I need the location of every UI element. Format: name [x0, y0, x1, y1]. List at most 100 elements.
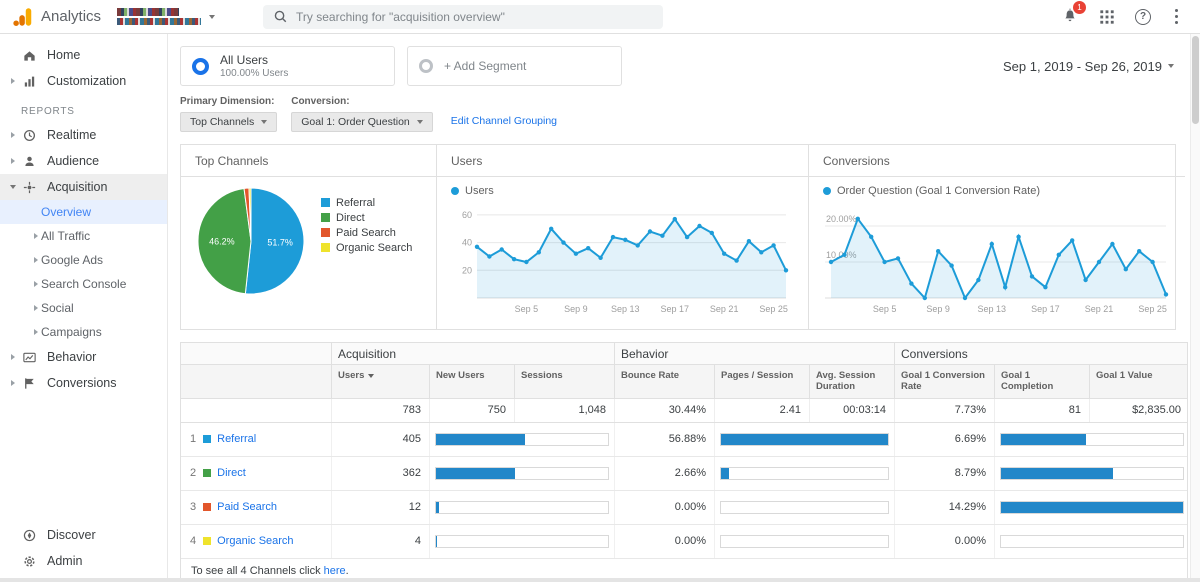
column-header[interactable]: Users [331, 365, 429, 398]
sidebar-item-acquisition[interactable]: Acquisition [0, 174, 167, 200]
data-point[interactable] [842, 253, 846, 257]
data-point[interactable] [487, 254, 491, 258]
data-point[interactable] [1016, 235, 1020, 239]
data-point[interactable] [1070, 238, 1074, 242]
sidebar-item-home[interactable]: Home [0, 42, 167, 68]
account-selector[interactable] [117, 8, 215, 25]
data-point[interactable] [636, 243, 640, 247]
edit-channel-grouping-link[interactable]: Edit Channel Grouping [451, 115, 557, 127]
channel-link[interactable]: Referral [217, 433, 256, 445]
sidebar-item-audience[interactable]: Audience [0, 148, 167, 174]
add-segment-button[interactable]: + Add Segment [407, 46, 622, 86]
data-point[interactable] [500, 247, 504, 251]
users-line-chart[interactable]: 204060Sep 5Sep 9Sep 13Sep 17Sep 21Sep 25 [451, 198, 791, 318]
data-point[interactable] [882, 260, 886, 264]
sidebar-item-conversions[interactable]: Conversions [0, 370, 167, 396]
sidebar-item-search-console[interactable]: Search Console [0, 272, 167, 296]
data-point[interactable] [524, 260, 528, 264]
search-input[interactable] [296, 10, 653, 24]
sidebar-item-all-traffic[interactable]: All Traffic [0, 224, 167, 248]
data-point[interactable] [1124, 267, 1128, 271]
data-point[interactable] [1043, 285, 1047, 289]
sidebar-item-behavior[interactable]: Behavior [0, 344, 167, 370]
column-header[interactable]: Sessions [514, 365, 614, 398]
data-point[interactable] [549, 227, 553, 231]
data-point[interactable] [856, 217, 860, 221]
data-point[interactable] [611, 235, 615, 239]
data-point[interactable] [784, 268, 788, 272]
data-point[interactable] [660, 234, 664, 238]
horizontal-scrollbar[interactable] [0, 578, 1200, 582]
sidebar-item-customization[interactable]: Customization [0, 68, 167, 94]
column-header[interactable]: New Users [429, 365, 514, 398]
help-icon[interactable]: ? [1135, 9, 1151, 25]
column-header[interactable]: Pages / Session [714, 365, 809, 398]
data-point[interactable] [734, 258, 738, 262]
date-range-selector[interactable]: Sep 1, 2019 - Sep 26, 2019 [1003, 59, 1176, 74]
data-point[interactable] [976, 278, 980, 282]
sidebar-item-google-ads[interactable]: Google Ads [0, 248, 167, 272]
channels-pie-chart[interactable]: 51.7%46.2% [195, 185, 307, 297]
vertical-scrollbar[interactable] [1190, 34, 1200, 582]
data-point[interactable] [561, 240, 565, 244]
data-point[interactable] [685, 235, 689, 239]
data-point[interactable] [949, 263, 953, 267]
data-point[interactable] [869, 235, 873, 239]
conversion-dropdown[interactable]: Goal 1: Order Question [291, 112, 433, 132]
sidebar-item-overview[interactable]: Overview [0, 200, 167, 224]
data-point[interactable] [1057, 253, 1061, 257]
data-point[interactable] [923, 296, 927, 300]
ga-logo[interactable]: Analytics [0, 6, 101, 28]
data-point[interactable] [1164, 292, 1168, 296]
see-all-channels-link[interactable]: here [324, 565, 346, 577]
data-point[interactable] [747, 239, 751, 243]
data-point[interactable] [586, 246, 590, 250]
column-header[interactable]: Avg. Session Duration [809, 365, 894, 398]
sidebar-item-campaigns[interactable]: Campaigns [0, 320, 167, 344]
sidebar-item-discover[interactable]: Discover [0, 522, 167, 548]
data-point[interactable] [475, 245, 479, 249]
data-point[interactable] [963, 296, 967, 300]
column-header[interactable]: Bounce Rate [614, 365, 714, 398]
more-menu-icon[interactable] [1175, 15, 1178, 18]
column-header[interactable]: Goal 1 Value [1089, 365, 1189, 398]
search-bar[interactable] [263, 5, 663, 29]
column-header[interactable]: Goal 1 Completion [994, 365, 1089, 398]
apps-grid-icon[interactable] [1099, 9, 1115, 25]
data-point[interactable] [1097, 260, 1101, 264]
primary-dimension-dropdown[interactable]: Top Channels [180, 112, 277, 132]
sidebar-item-social[interactable]: Social [0, 296, 167, 320]
data-point[interactable] [771, 243, 775, 247]
data-point[interactable] [623, 238, 627, 242]
data-point[interactable] [1110, 242, 1114, 246]
data-point[interactable] [1150, 260, 1154, 264]
data-point[interactable] [896, 256, 900, 260]
conversions-line-chart[interactable]: 10.00%20.00%Sep 5Sep 9Sep 13Sep 17Sep 21… [823, 198, 1171, 318]
data-point[interactable] [909, 281, 913, 285]
data-point[interactable] [673, 217, 677, 221]
data-point[interactable] [759, 250, 763, 254]
data-point[interactable] [710, 231, 714, 235]
data-point[interactable] [1083, 278, 1087, 282]
data-point[interactable] [648, 229, 652, 233]
data-point[interactable] [936, 249, 940, 253]
data-point[interactable] [1137, 249, 1141, 253]
channel-link[interactable]: Direct [217, 467, 246, 479]
channel-link[interactable]: Paid Search [217, 501, 277, 513]
sidebar-item-realtime[interactable]: Realtime [0, 122, 167, 148]
data-point[interactable] [722, 252, 726, 256]
notifications-button[interactable]: 1 [1061, 6, 1079, 27]
data-point[interactable] [512, 257, 516, 261]
channel-link[interactable]: Organic Search [217, 535, 293, 547]
scrollbar-thumb[interactable] [1192, 36, 1199, 124]
data-point[interactable] [537, 250, 541, 254]
data-point[interactable] [574, 252, 578, 256]
data-point[interactable] [598, 256, 602, 260]
data-point[interactable] [990, 242, 994, 246]
data-point[interactable] [697, 224, 701, 228]
column-header[interactable]: Goal 1 Conversion Rate [894, 365, 994, 398]
all-users-segment[interactable]: All Users 100.00% Users [180, 46, 395, 86]
data-point[interactable] [1003, 285, 1007, 289]
data-point[interactable] [1030, 274, 1034, 278]
sidebar-item-admin[interactable]: Admin [0, 548, 167, 574]
